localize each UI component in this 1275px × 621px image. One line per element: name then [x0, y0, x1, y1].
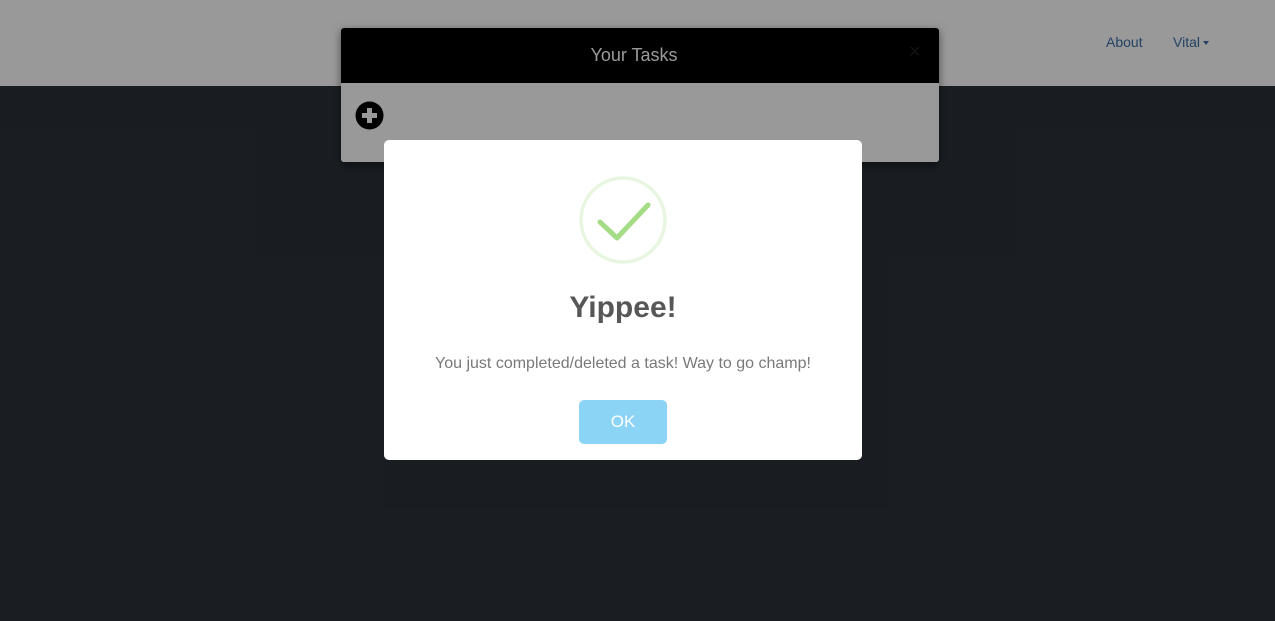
- success-alert-dialog: Yippee! You just completed/deleted a tas…: [384, 140, 862, 460]
- alert-title: Yippee!: [569, 291, 677, 324]
- alert-message: You just completed/deleted a task! Way t…: [435, 355, 811, 372]
- ok-button[interactable]: OK: [579, 400, 667, 444]
- checkmark-icon: [579, 176, 667, 264]
